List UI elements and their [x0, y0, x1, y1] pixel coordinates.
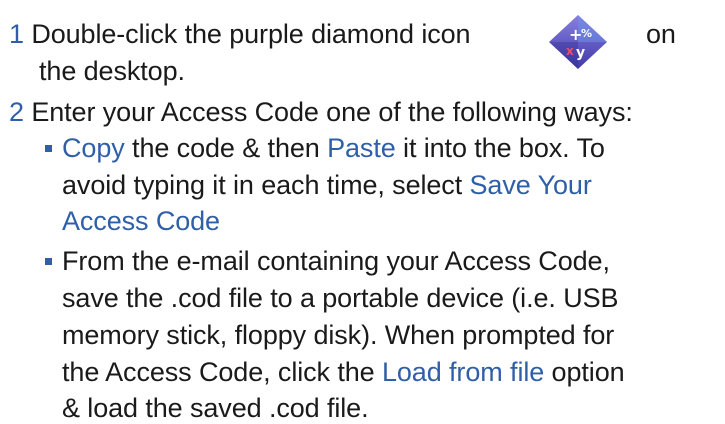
save-your-access-code-link-b[interactable]: Access Code: [62, 206, 220, 236]
step-2-number: 2: [9, 97, 24, 127]
bullet-1-line-3: Access Code: [62, 205, 220, 237]
step-1-number: 1: [9, 19, 24, 49]
step-2-line-1: 2 Enter your Access Code one of the foll…: [9, 96, 633, 128]
instruction-document: 1 Double-click the purple diamond icon +…: [0, 0, 725, 423]
bullet-2-line-4: the Access Code, click the Load from fil…: [62, 356, 625, 388]
svg-text:y: y: [576, 45, 585, 61]
bullet-2-line-5: & load the saved .cod file.: [62, 393, 369, 423]
svg-text:x: x: [566, 44, 574, 58]
step-1-line-2: the desktop.: [39, 56, 185, 86]
bullet-2-line-3: memory stick, floppy disk). When prompte…: [62, 320, 615, 350]
paste-link[interactable]: Paste: [327, 133, 396, 163]
svg-text:%: %: [581, 27, 592, 40]
save-your-access-code-link-a[interactable]: Save Your: [470, 170, 592, 200]
copy-link[interactable]: Copy: [62, 133, 125, 163]
bullet-1-line-2: avoid typing it in each time, select Sav…: [62, 169, 592, 201]
bullet-1-text-mid: the code & then: [124, 133, 328, 163]
step-1-text: Double-click the purple diamond icon: [31, 19, 471, 49]
bullet-1-line-1: Copy the code & then Paste it into the b…: [62, 132, 605, 164]
bullet-1-text-end: it into the box. To: [395, 133, 605, 163]
bullet-2-line-4-after: option: [544, 357, 625, 387]
step-1-line-1: 1 Double-click the purple diamond icon: [9, 18, 471, 50]
bullet-1-line-2-text: avoid typing it in each time, select: [62, 170, 470, 200]
bullet-marker-1: [45, 145, 52, 152]
step-2-text: Enter your Access Code one of the follow…: [31, 97, 633, 127]
step-1-text-after-icon: on: [646, 19, 676, 49]
bullet-marker-2: [45, 258, 52, 265]
purple-diamond-icon[interactable]: + % y x: [547, 13, 609, 71]
load-from-file-link[interactable]: Load from file: [382, 357, 544, 387]
bullet-2-line-2: save the .cod file to a portable device …: [62, 283, 619, 313]
bullet-2-line-1: From the e-mail containing your Access C…: [62, 246, 610, 276]
bullet-2-line-4-before: the Access Code, click the: [62, 357, 382, 387]
